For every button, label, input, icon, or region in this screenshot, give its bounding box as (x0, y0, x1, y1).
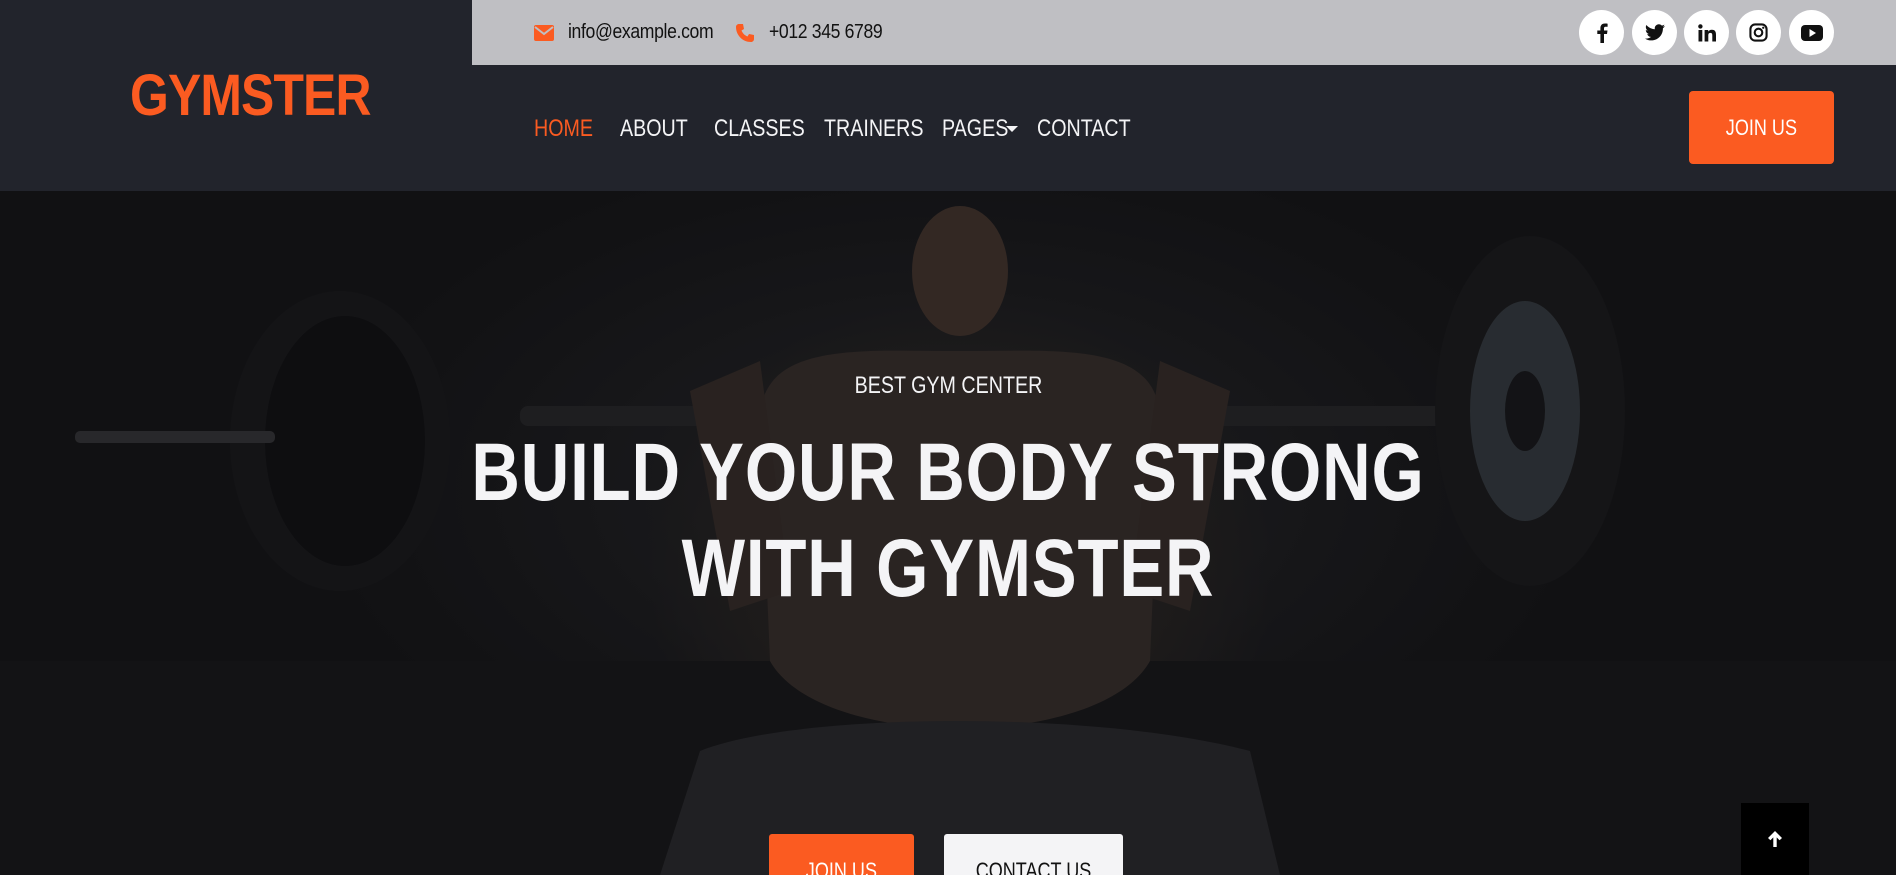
nav-item-home[interactable]: HOME (534, 112, 606, 146)
brand-panel: GYMSTER (0, 0, 472, 191)
instagram-button[interactable] (1736, 10, 1781, 55)
phone-contact[interactable]: +012 345 6789 (735, 0, 898, 65)
main-nav: HOME ABOUT CLASSES TRAINERS PAGES CONTAC… (472, 65, 1896, 191)
arrow-up-icon (1767, 830, 1783, 848)
nav-item-pages[interactable]: PAGES (942, 112, 1018, 146)
nav-item-about[interactable]: ABOUT (620, 112, 703, 146)
twitter-button[interactable] (1632, 10, 1677, 55)
phone-icon (735, 23, 755, 43)
twitter-icon (1644, 24, 1665, 41)
nav-item-trainers[interactable]: TRAINERS (824, 112, 945, 146)
linkedin-button[interactable] (1684, 10, 1729, 55)
hero-join-us-button[interactable]: JOIN US (769, 834, 914, 875)
youtube-icon (1800, 24, 1823, 41)
hero-headline-line1: BUILD YOUR BODY STRONG (471, 427, 1425, 518)
page: GYMSTER info@example.com +012 345 6789 H… (0, 0, 1896, 875)
back-to-top-button[interactable] (1741, 803, 1809, 875)
nav-item-classes[interactable]: CLASSES (714, 112, 825, 146)
phone-text: +012 345 6789 (769, 21, 883, 43)
youtube-button[interactable] (1789, 10, 1834, 55)
envelope-icon (534, 24, 554, 41)
topbar: info@example.com +012 345 6789 (472, 0, 1896, 65)
nav-item-contact[interactable]: CONTACT (1037, 112, 1151, 146)
email-text: info@example.com (568, 21, 714, 43)
hero-contact-us-button[interactable]: CONTACT US (944, 834, 1123, 875)
facebook-icon (1596, 23, 1608, 43)
hero-headline: BUILD YOUR BODY STRONG WITH GYMSTER (0, 425, 1896, 617)
join-us-button[interactable]: JOIN US (1689, 91, 1834, 164)
logo[interactable]: GYMSTER (130, 62, 371, 130)
facebook-button[interactable] (1579, 10, 1624, 55)
hero-headline-line2: WITH GYMSTER (681, 523, 1215, 614)
hero-eyebrow: BEST GYM CENTER (854, 372, 1042, 399)
linkedin-icon (1697, 23, 1716, 42)
email-contact[interactable]: info@example.com (534, 0, 733, 65)
instagram-icon (1749, 23, 1768, 42)
